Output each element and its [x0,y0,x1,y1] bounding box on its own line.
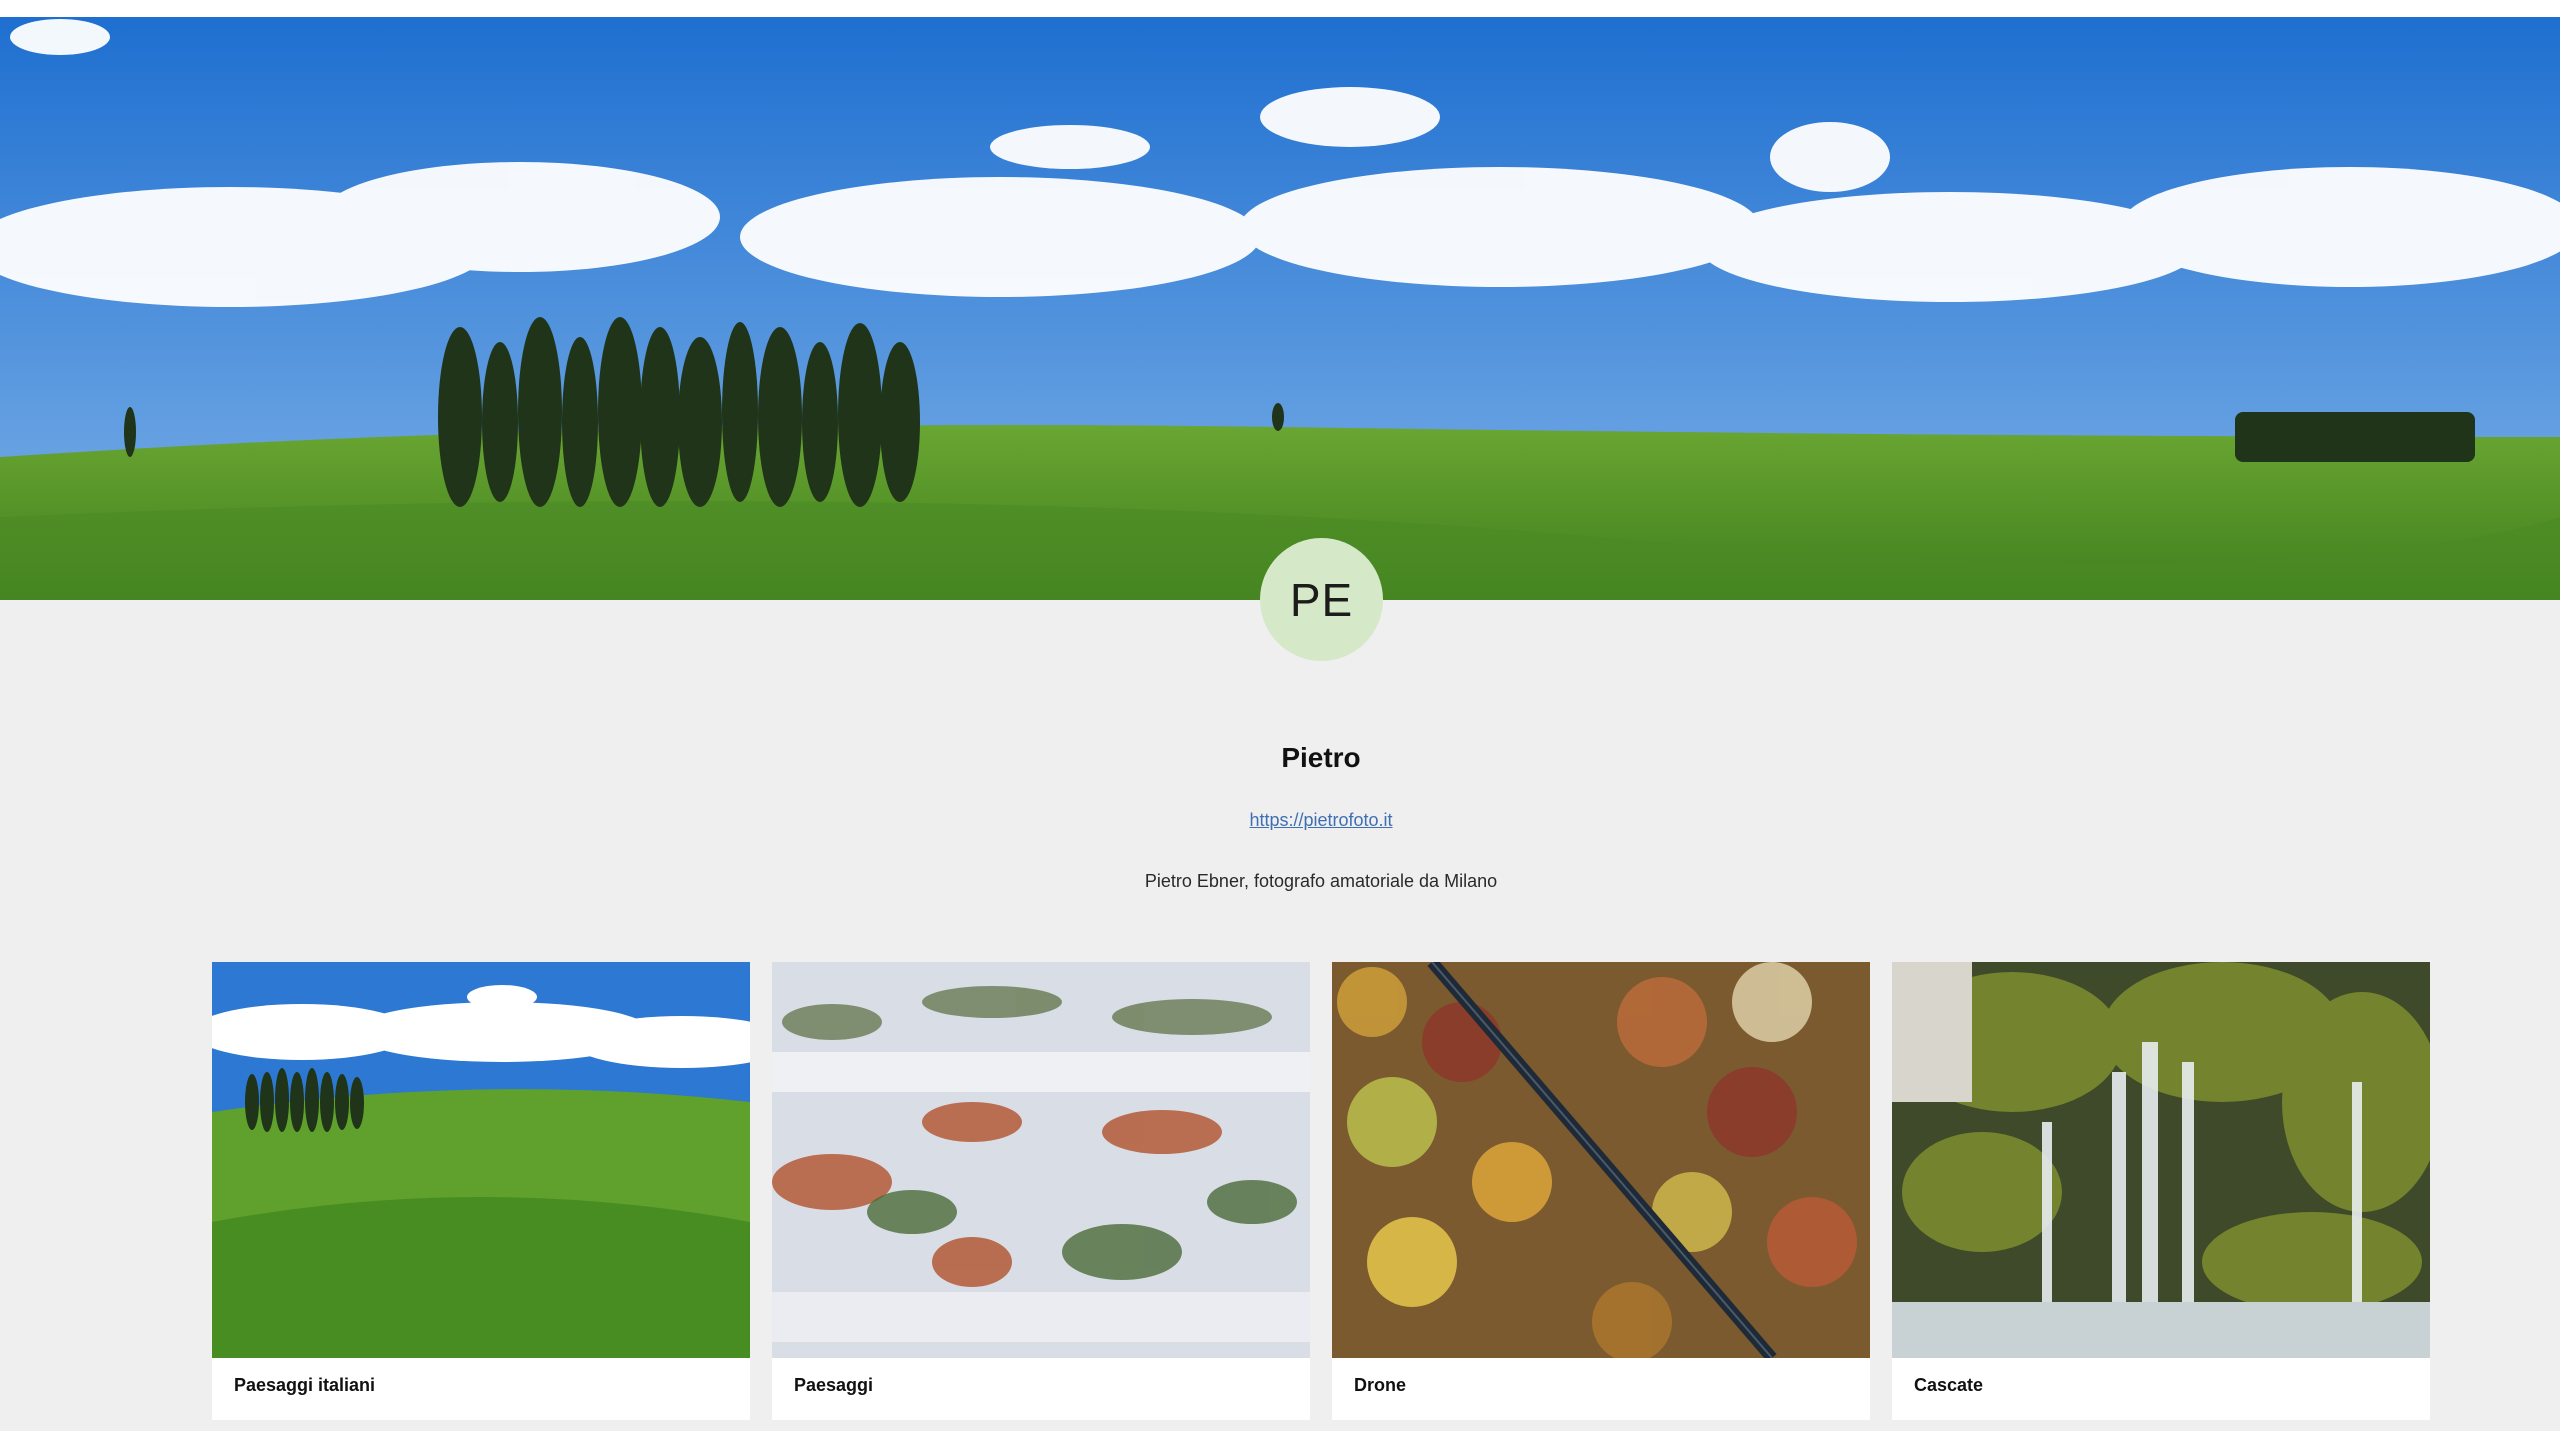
profile-name: Pietro [1281,742,1361,773]
album-thumbnail[interactable] [1332,962,1870,1358]
avatar[interactable]: PE [1260,538,1383,661]
profile-bio: Pietro Ebner, fotografo amatoriale da Mi… [1144,871,1498,891]
website-link[interactable]: https://pietrofoto.it [1249,810,1392,830]
album-gallery: Paesaggi italiani Paesaggi Drone Cascate [212,962,2431,1431]
website-row: https://pietrofoto.it [0,810,2560,831]
album-card-paesaggi-italiani[interactable]: Paesaggi italiani [212,962,750,1420]
album-title: Drone [1354,1375,1407,1395]
album-thumbnail[interactable] [212,962,750,1358]
album-title: Paesaggi [794,1375,874,1395]
top-bar [0,0,2560,17]
album-card-drone[interactable]: Drone [1332,962,1870,1420]
cover-photo [0,17,2560,600]
album-title: Paesaggi italiani [234,1375,376,1395]
album-card-cascate[interactable]: Cascate [1892,962,2430,1420]
avatar-initials: PE [1289,573,1354,626]
album-thumbnail[interactable] [1892,962,2430,1358]
album-card-paesaggi[interactable]: Paesaggi [772,962,1310,1420]
album-thumbnail[interactable] [772,962,1310,1358]
album-title: Cascate [1914,1375,1984,1395]
